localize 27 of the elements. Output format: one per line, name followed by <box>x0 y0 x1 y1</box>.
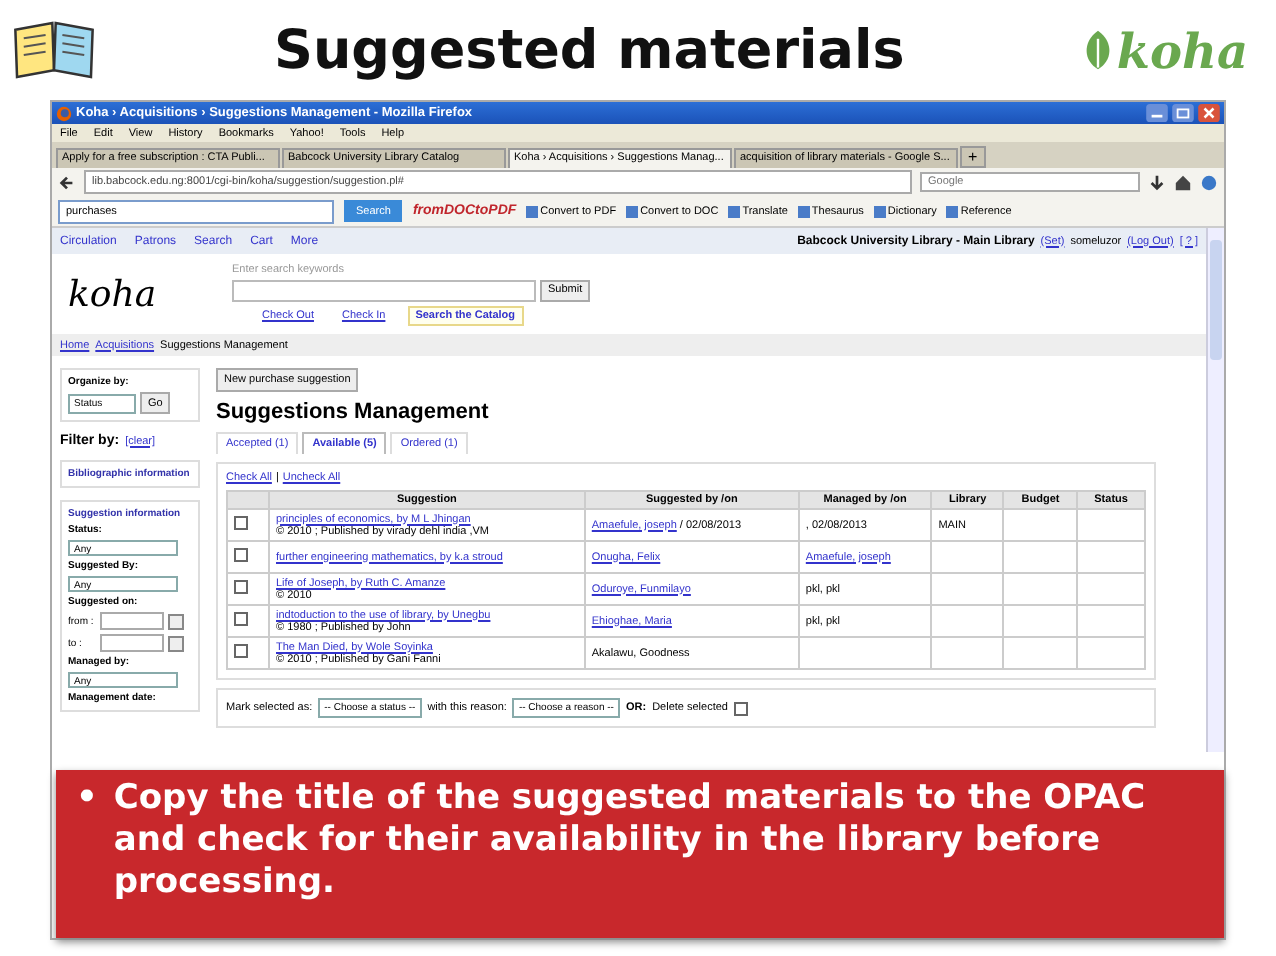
search-field[interactable] <box>232 279 536 301</box>
row-checkbox[interactable] <box>234 516 248 530</box>
page-heading: Suggestions Management <box>216 400 489 424</box>
globe-icon[interactable] <box>1200 173 1218 191</box>
scrollbar[interactable] <box>1206 228 1224 752</box>
minimize-icon[interactable] <box>1146 104 1168 122</box>
delete-checkbox[interactable] <box>733 701 748 715</box>
callout-text: Copy the title of the suggested materials to the OPAC and check for their availability in the library before processing. <box>113 778 1148 906</box>
bullet: • <box>76 778 98 822</box>
leaf-icon <box>1082 28 1115 72</box>
row-checkbox[interactable] <box>234 644 248 658</box>
row-checkbox[interactable] <box>234 612 248 626</box>
close-icon[interactable] <box>1198 104 1220 122</box>
koha-logo: koha <box>68 273 159 315</box>
book-icon <box>12 18 96 82</box>
restore-icon[interactable] <box>1172 104 1194 122</box>
firefox-icon <box>56 105 72 121</box>
slide-title: Suggested materials <box>272 19 907 81</box>
date-field[interactable] <box>100 634 164 652</box>
date-field[interactable] <box>100 612 164 630</box>
home-icon[interactable] <box>1174 173 1192 191</box>
koha-logo: koha <box>1116 21 1248 79</box>
row-checkbox[interactable] <box>234 548 248 562</box>
download-icon[interactable] <box>1148 173 1166 191</box>
back-icon[interactable] <box>58 173 76 191</box>
row-checkbox[interactable] <box>234 580 248 594</box>
new-tab-button[interactable]: + <box>960 146 986 168</box>
